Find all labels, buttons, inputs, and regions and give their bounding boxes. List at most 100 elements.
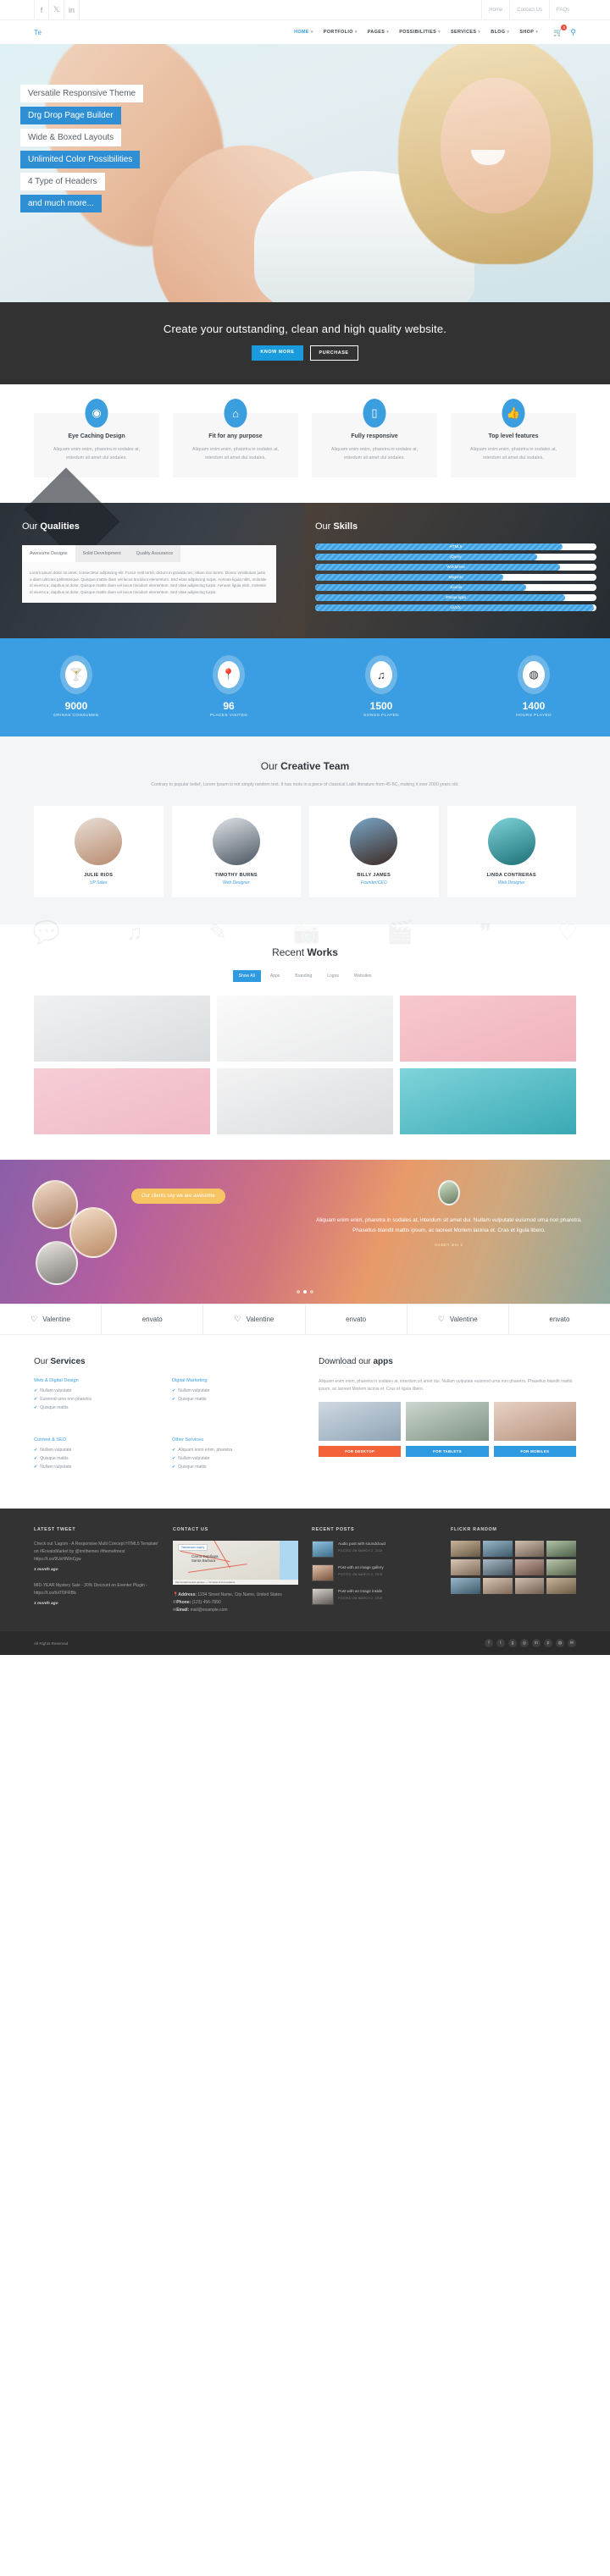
nav-item-pages[interactable]: PAGES ▾ xyxy=(368,30,389,35)
flickr-thumb[interactable] xyxy=(514,1578,545,1594)
tab-quality-assurance[interactable]: Quality Assurance xyxy=(128,545,181,562)
pinterest-icon[interactable]: p xyxy=(544,1639,552,1647)
skill-label: Magento xyxy=(448,575,463,579)
team-row: JULIE RIOS VP Sales TIMOTHY BURNS Web De… xyxy=(34,806,576,897)
map-city-label: Санта-Барбара Santa Barbara xyxy=(191,1554,219,1563)
flickr-thumb[interactable] xyxy=(482,1541,513,1557)
link-home[interactable]: Home xyxy=(481,0,509,20)
work-item[interactable] xyxy=(399,996,576,1062)
footer-heading-posts: RECENT POSTS xyxy=(312,1527,355,1532)
know-more-button[interactable]: KNOW MORE xyxy=(252,345,303,361)
nav-item-shop[interactable]: SHOP ▾ xyxy=(519,30,538,35)
filter-websites[interactable]: Websites xyxy=(348,970,377,982)
work-item[interactable] xyxy=(216,996,393,1062)
brand-logo[interactable]: envato xyxy=(509,1305,610,1334)
flickr-thumb[interactable] xyxy=(451,1578,480,1594)
dribbble-icon[interactable]: ◍ xyxy=(556,1639,564,1647)
cta-heading: Create your outstanding, clean and high … xyxy=(163,323,447,335)
team-member[interactable]: LINDA CONTRERAS Web Designer xyxy=(446,806,576,897)
search-icon[interactable]: ⚲ xyxy=(570,28,576,37)
cart-icon[interactable]: 🛒 0 xyxy=(553,24,568,37)
feature-card: 👍 Top level features Aliquam enim enim, … xyxy=(451,399,576,477)
for-desktop-button[interactable]: FOR DESKTOP xyxy=(319,1446,402,1457)
flickr-thumb[interactable] xyxy=(482,1559,513,1575)
contact-map[interactable]: Увеличить карту Санта-Барбара Santa Barba… xyxy=(173,1541,298,1585)
features-section: ◉ Eye Caching Design Aliquam enim enim, … xyxy=(0,384,610,503)
nav-item-blog[interactable]: BLOG ▾ xyxy=(491,30,509,35)
google-plus-icon[interactable]: g xyxy=(508,1639,517,1647)
tab-solid-development[interactable]: Solid Development xyxy=(75,545,129,562)
flickr-thumb[interactable] xyxy=(514,1541,545,1557)
service-group: Content & SEO Nullam vulputate Quisque m… xyxy=(34,1437,158,1473)
facebook-icon[interactable]: f xyxy=(485,1639,493,1647)
mail-icon[interactable]: ✉ xyxy=(568,1639,576,1647)
app-screenshot xyxy=(319,1402,402,1441)
apps-row: FOR DESKTOP FOR TABLETS FOR MOBILES xyxy=(319,1402,576,1457)
nav-item-home[interactable]: HOME ▾ xyxy=(294,30,313,35)
brands-strip: ♡ Valentine envato ♡ Valentine envato ♡ Val… xyxy=(0,1304,610,1335)
flickr-thumb[interactable] xyxy=(514,1559,545,1575)
work-item[interactable] xyxy=(34,996,210,1062)
link-contact-us[interactable]: Contact Us xyxy=(509,0,549,20)
skill-bar: Wordpress xyxy=(315,564,596,571)
instagram-icon[interactable]: ◎ xyxy=(520,1639,529,1647)
avatar xyxy=(75,818,123,865)
counter-value: 1500 xyxy=(369,700,393,712)
facebook-icon[interactable]: f xyxy=(34,0,49,20)
map-zoom-link[interactable]: Увеличить карту xyxy=(178,1544,208,1551)
service-group: Web & Digital Design Nullam vulputate Eu… xyxy=(34,1378,158,1414)
work-item[interactable] xyxy=(399,1068,576,1134)
skill-bar: jQuery xyxy=(315,554,596,560)
hero-slider: Versatile Responsive Theme Drg Drop Page… xyxy=(0,44,610,302)
map-water xyxy=(280,1541,298,1585)
work-item[interactable] xyxy=(216,1068,393,1134)
dribbble-icon: ◍ xyxy=(523,661,545,688)
work-item[interactable] xyxy=(34,1068,210,1134)
brand-logo[interactable]: ♡ Valentine xyxy=(408,1305,509,1334)
flickr-thumb[interactable] xyxy=(546,1541,576,1557)
team-member[interactable]: BILLY JAMES Founder/CEO xyxy=(309,806,439,897)
service-item: Nullam vulputate xyxy=(34,1388,158,1393)
testimonial-dots[interactable] xyxy=(0,1290,610,1294)
filter-logos[interactable]: Logos xyxy=(321,970,345,982)
counter-label: DRINKS CONSUMED xyxy=(53,714,99,718)
flickr-thumb[interactable] xyxy=(546,1578,576,1594)
nav-item-services[interactable]: SERVICES ▾ xyxy=(451,30,480,35)
for-mobiles-button[interactable]: FOR MOBILES xyxy=(493,1446,576,1457)
filter-apps[interactable]: Apps xyxy=(264,970,286,982)
recent-post[interactable]: Post with an image inside POSTED ON MARCH… xyxy=(312,1588,437,1605)
twitter-icon[interactable]: 𝕏 xyxy=(49,0,64,20)
site-logo[interactable]: Te xyxy=(34,29,42,36)
brand-logo[interactable]: envato xyxy=(306,1305,408,1334)
recent-post[interactable]: Audio post with soundcloud POSTED ON MARC… xyxy=(312,1541,437,1558)
filter-branding[interactable]: Branding xyxy=(289,970,318,982)
linkedin-icon[interactable]: in xyxy=(532,1639,541,1647)
brand-logo[interactable]: ♡ Valentine xyxy=(0,1305,103,1334)
team-member[interactable]: TIMOTHY BURNS Web Designer xyxy=(171,806,301,897)
flickr-thumb[interactable] xyxy=(451,1559,480,1575)
app-screenshot xyxy=(493,1402,576,1441)
feature-text: Aliquam enim enim, pharetra in sodales a… xyxy=(53,447,141,461)
linkedin-icon[interactable]: in xyxy=(64,0,80,20)
team-lead: Contrary to popular belief, Lorem Ipsum … xyxy=(151,782,459,787)
dot xyxy=(310,1290,313,1294)
link-faqs[interactable]: FAQs xyxy=(548,0,576,20)
purchase-button[interactable]: PURCHASE xyxy=(309,345,358,361)
brand-logo[interactable]: ♡ Valentine xyxy=(203,1305,306,1334)
twitter-icon[interactable]: t xyxy=(496,1639,505,1647)
hero-line-4: Unlimited Color Possibilities xyxy=(20,151,141,168)
team-member[interactable]: JULIE RIOS VP Sales xyxy=(34,806,164,897)
flickr-thumb[interactable] xyxy=(482,1578,513,1594)
flickr-thumb[interactable] xyxy=(546,1559,576,1575)
nav-item-possibilities[interactable]: POSSIBILITIES ▾ xyxy=(399,30,441,35)
flickr-thumb[interactable] xyxy=(451,1541,480,1557)
top-bar: f 𝕏 in Home Contact Us FAQs xyxy=(0,0,610,20)
nav-item-portfolio[interactable]: PORTFOLIO ▾ xyxy=(324,30,358,35)
member-role: Web Designer xyxy=(222,880,250,885)
recent-post[interactable]: Post with an image gallery POSTED ON MARC… xyxy=(312,1564,437,1581)
filter-show-all[interactable]: Show All xyxy=(232,970,261,982)
copyright-bar: All Rights Reserved f t g ◎ in p ◍ ✉ xyxy=(0,1631,610,1655)
for-tablets-button[interactable]: FOR TABLETS xyxy=(406,1446,489,1457)
brand-logo[interactable]: envato xyxy=(102,1305,204,1334)
tab-awesome-designs[interactable]: Awesome Designs xyxy=(22,545,75,562)
